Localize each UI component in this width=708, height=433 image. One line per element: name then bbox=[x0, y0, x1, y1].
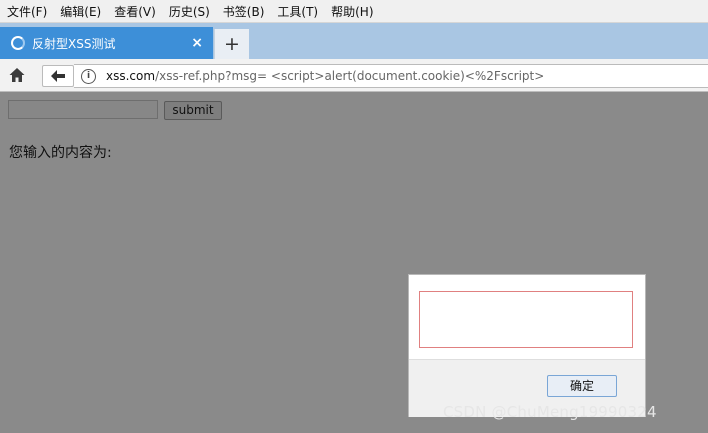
address-bar[interactable]: i xss.com/xss-ref.php?msg= <script>alert… bbox=[74, 64, 708, 88]
menu-history[interactable]: 历史(S) bbox=[162, 3, 210, 20]
menu-help[interactable]: 帮助(H) bbox=[324, 3, 373, 20]
new-tab-button[interactable]: + bbox=[214, 29, 249, 59]
tab-strip: 反射型XSS测试 × + bbox=[0, 23, 708, 59]
home-icon[interactable] bbox=[8, 66, 26, 84]
navigation-bar: i xss.com/xss-ref.php?msg= <script>alert… bbox=[0, 59, 708, 92]
arrow-left-icon bbox=[51, 70, 65, 82]
menu-bookmarks[interactable]: 书签(B) bbox=[216, 3, 265, 20]
tab-active[interactable]: 反射型XSS测试 × bbox=[0, 27, 213, 59]
dialog-message bbox=[419, 291, 633, 348]
menu-bar: 文件(F) 编辑(E) 查看(V) 历史(S) 书签(B) 工具(T) 帮助(H… bbox=[0, 0, 708, 23]
menu-tools[interactable]: 工具(T) bbox=[270, 3, 318, 20]
alert-dialog: 确定 bbox=[408, 274, 646, 417]
output-label: 您输入的内容为: bbox=[9, 145, 112, 161]
url-text: xss.com/xss-ref.php?msg= <script>alert(d… bbox=[106, 69, 544, 83]
close-tab-icon[interactable]: × bbox=[191, 35, 203, 51]
tab-title: 反射型XSS测试 bbox=[32, 36, 116, 51]
url-path: /xss-ref.php?msg= <script>alert(document… bbox=[155, 69, 545, 83]
menu-view[interactable]: 查看(V) bbox=[107, 3, 156, 20]
submit-button[interactable]: submit bbox=[164, 101, 222, 120]
menu-edit[interactable]: 编辑(E) bbox=[53, 3, 101, 20]
url-domain: xss.com bbox=[106, 69, 156, 83]
watermark: CSDN @ChuMeng19990324 bbox=[443, 403, 657, 421]
info-icon[interactable]: i bbox=[81, 68, 96, 84]
loading-spinner-icon bbox=[11, 36, 25, 50]
msg-input[interactable] bbox=[8, 100, 158, 119]
ok-button[interactable]: 确定 bbox=[547, 375, 617, 397]
back-button[interactable] bbox=[42, 65, 74, 87]
menu-file[interactable]: 文件(F) bbox=[0, 3, 47, 20]
